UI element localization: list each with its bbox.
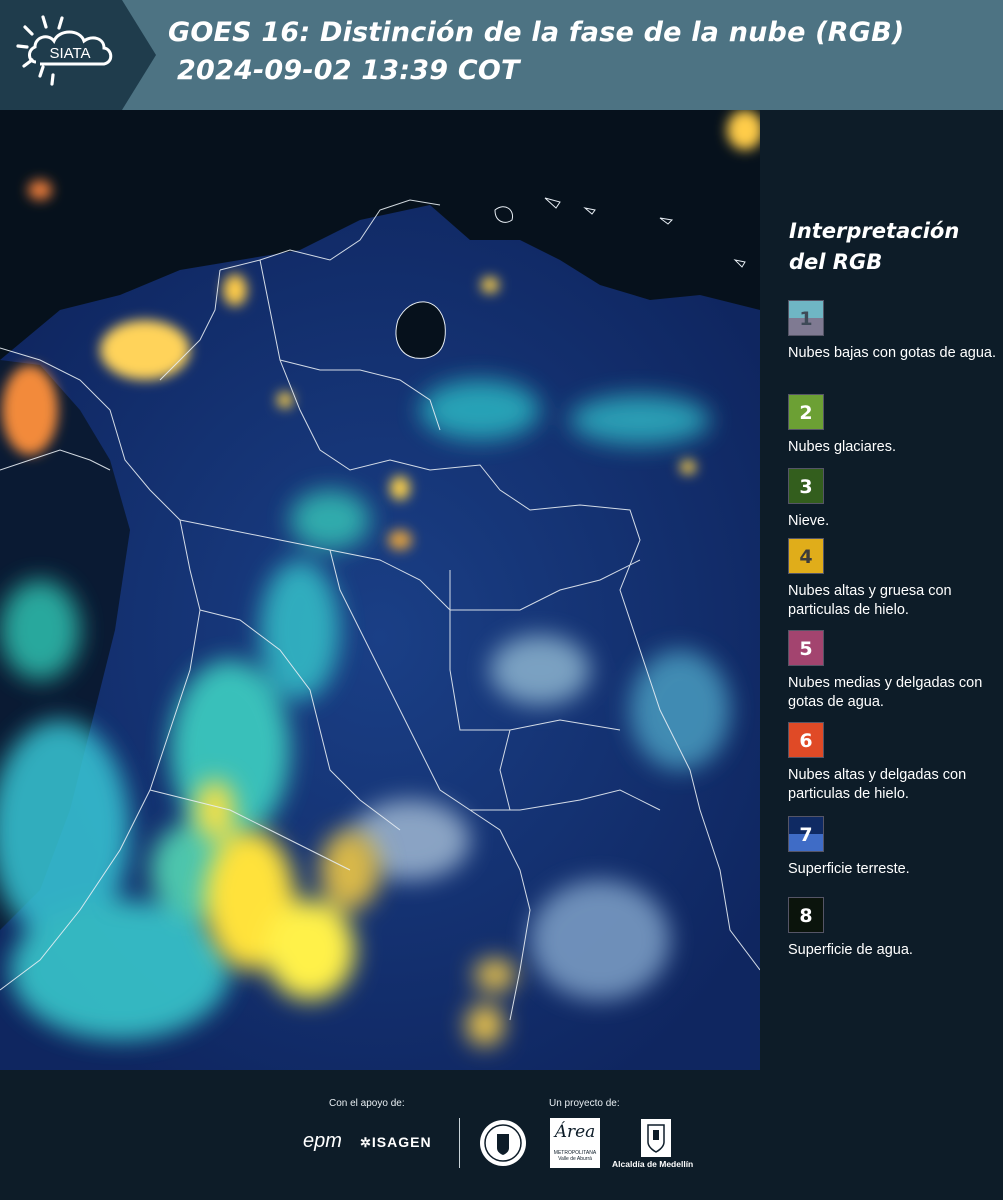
isagen-icon: ✲ (360, 1135, 372, 1150)
legend-item-7: 7 Superficie terreste. (788, 816, 998, 879)
legend-swatch: 1 (788, 300, 824, 336)
legend-item-3: 3 Nieve. (788, 468, 998, 531)
legend-number: 5 (799, 638, 813, 660)
area-metropolitana-logo: Área METROPOLITANA Valle de Aburrá (550, 1118, 600, 1168)
isagen-logo: ✲ISAGEN (360, 1134, 432, 1150)
legend-swatch: 6 (788, 722, 824, 758)
project-label: Un proyecto de: (549, 1098, 620, 1109)
logo-text: SIATA (49, 45, 90, 62)
legend-item-2: 2 Nubes glaciares. (788, 394, 998, 457)
legend-number: 4 (799, 546, 813, 568)
page-title: GOES 16: Distinción de la fase de la nub… (168, 14, 904, 90)
area-script-text: Área (554, 1122, 596, 1142)
legend-number: 3 (799, 476, 813, 498)
legend-label: Nubes bajas con gotas de agua. (788, 345, 996, 361)
legend-label: Nubes altas y gruesa con particulas de h… (788, 583, 952, 618)
footer-divider (459, 1118, 460, 1168)
legend-item-5: 5 Nubes medias y delgadas con gotas de ag… (788, 630, 998, 712)
support-label: Con el apoyo de: (329, 1098, 405, 1109)
title-line-2: 2024-09-02 13:39 COT (177, 55, 520, 86)
area-subtitle-text: METROPOLITANA Valle de Aburrá (553, 1150, 597, 1162)
legend-item-8: 8 Superficie de agua. (788, 897, 998, 960)
header-bar: SIATA GOES 16: Distinción de la fase de … (0, 0, 1003, 110)
legend-title-line-2: del RGB (789, 250, 883, 274)
legend-label: Nubes glaciares. (788, 439, 896, 455)
legend-title: Interpretación del RGB (789, 216, 959, 278)
legend-swatch: 3 (788, 468, 824, 504)
medellin-seal-icon (480, 1120, 526, 1166)
legend-label: Nieve. (788, 513, 830, 529)
legend-number: 8 (799, 905, 813, 927)
legend-number: 6 (799, 730, 813, 752)
legend-swatch: 5 (788, 630, 824, 666)
legend-number: 2 (799, 402, 813, 424)
legend-swatch: 4 (788, 538, 824, 574)
legend-panel: Interpretación del RGB 1 Nubes bajas con … (760, 110, 1003, 1070)
legend-label: Nubes altas y delgadas con particulas de… (788, 767, 967, 802)
legend-title-line-1: Interpretación (789, 219, 960, 243)
legend-number: 1 (799, 308, 813, 330)
legend-item-4: 4 Nubes altas y gruesa con particulas de … (788, 538, 998, 620)
legend-item-1: 1 Nubes bajas con gotas de agua. (788, 300, 998, 363)
legend-swatch: 8 (788, 897, 824, 933)
title-line-1: GOES 16: Distinción de la fase de la nub… (168, 17, 905, 48)
epm-logo: epm (303, 1130, 342, 1152)
legend-number: 7 (799, 824, 813, 846)
footer: Con el apoyo de: Un proyecto de: epm ✲IS… (0, 1070, 1003, 1200)
legend-label: Nubes medias y delgadas con gotas de agu… (788, 675, 983, 710)
satellite-rgb-map (0, 110, 760, 1070)
legend-swatch: 7 (788, 816, 824, 852)
legend-swatch: 2 (788, 394, 824, 430)
legend-label: Superficie de agua. (788, 942, 913, 958)
alcaldia-shield-icon (641, 1119, 671, 1157)
alcaldia-label: Alcaldía de Medellín (612, 1159, 694, 1169)
siata-logo: SIATA (0, 0, 160, 110)
legend-item-6: 6 Nubes altas y delgadas con particulas d… (788, 722, 998, 804)
legend-label: Superficie terreste. (788, 861, 910, 877)
